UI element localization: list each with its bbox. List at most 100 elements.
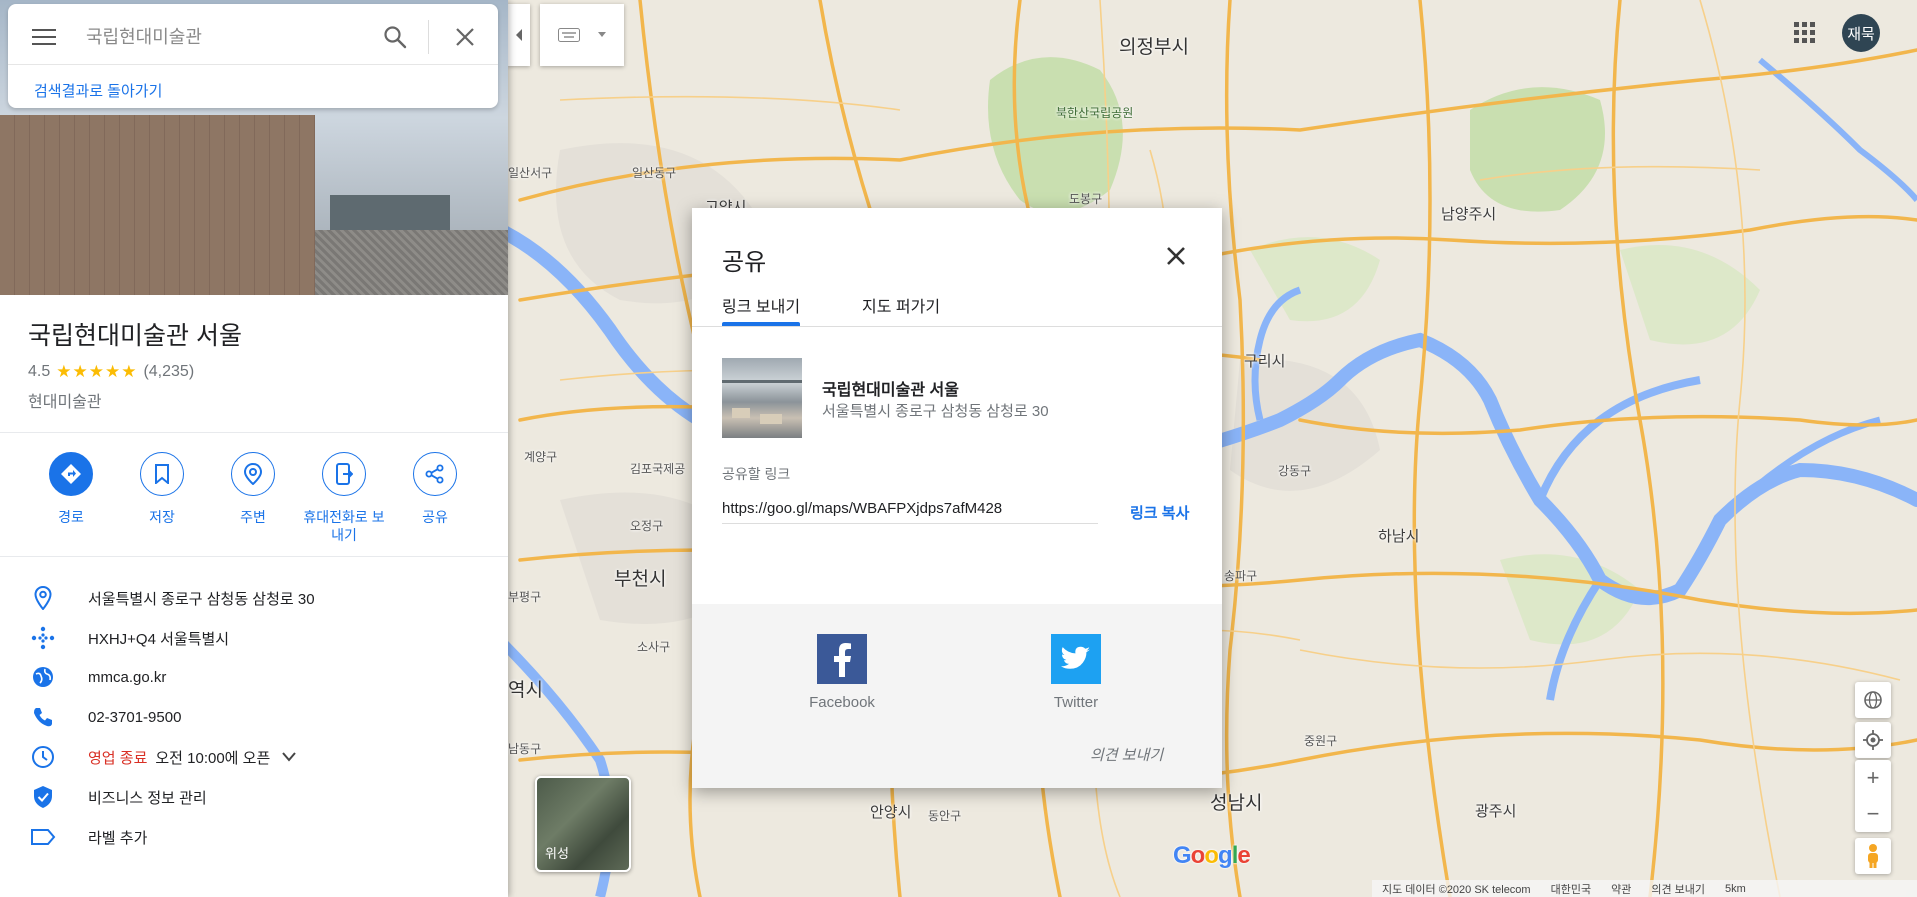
chevron-down-icon[interactable] [282, 752, 297, 762]
globe-icon [1864, 691, 1882, 709]
input-tools-button[interactable] [540, 4, 624, 66]
dialog-title: 공유 [722, 249, 767, 276]
close-icon[interactable] [452, 24, 478, 50]
search-icon[interactable] [382, 24, 408, 50]
map-label-bucheon: 부천시 [614, 569, 667, 590]
globe-view-button[interactable] [1855, 682, 1891, 718]
menu-icon[interactable] [30, 26, 58, 48]
website-globe-icon [33, 667, 53, 687]
twitter-label: Twitter [1053, 694, 1099, 711]
business-info-row[interactable]: 비즈니스 정보 관리 [0, 780, 508, 814]
my-location-button[interactable] [1855, 722, 1891, 758]
place-title: 국립현대미술관 서울 [28, 322, 242, 350]
website-text: mmca.go.kr [88, 668, 167, 686]
clock-icon [32, 746, 54, 768]
hours-status: 영업 종료 [88, 749, 148, 767]
zoom-in-button[interactable]: + [1855, 760, 1891, 796]
map-feedback-link[interactable]: 의견 보내기 [1651, 881, 1705, 897]
map-label-gimpo-airport: 김포국제공 [630, 462, 686, 476]
photo-wall [0, 115, 315, 295]
chevron-down-icon [598, 32, 606, 37]
facebook-icon [817, 634, 867, 684]
facebook-share-button[interactable]: Facebook [792, 634, 892, 711]
nearby-button[interactable]: 주변 [208, 452, 298, 526]
zoom-out-button[interactable]: − [1855, 796, 1891, 832]
send-to-phone-button[interactable]: 휴대전화로 보내기 [299, 452, 389, 544]
nearby-icon [243, 463, 263, 485]
phone-row[interactable]: 02-3701-9500 [0, 700, 508, 734]
divider [0, 432, 508, 433]
collapse-panel-button[interactable] [508, 4, 530, 66]
phone-icon [34, 708, 52, 727]
share-button[interactable]: 공유 [390, 452, 480, 526]
my-location-icon [1863, 730, 1883, 750]
map-label-namyangju: 남양주시 [1441, 206, 1497, 223]
directions-button[interactable]: 경로 [26, 452, 116, 526]
place-category[interactable]: 현대미술관 [28, 388, 102, 412]
review-count-link[interactable]: (4,235) [143, 363, 194, 381]
save-circle [140, 452, 184, 496]
website-row[interactable]: mmca.go.kr [0, 660, 508, 694]
scale-label[interactable]: 5km [1725, 883, 1746, 895]
map-label-dongan: 동안구 [928, 809, 962, 823]
keyboard-icon [558, 28, 580, 42]
map-label-seongnam: 성남시 [1210, 793, 1263, 814]
facebook-f-glyph [834, 643, 851, 677]
park-area [1620, 245, 1760, 345]
share-url-field[interactable] [722, 494, 1098, 524]
divider [0, 556, 508, 557]
map-label-namdong: 남동구 [508, 742, 542, 756]
satellite-layer-button[interactable]: 위성 [535, 776, 631, 872]
photo-ground [315, 230, 508, 295]
map-label-ilsandong: 일산동구 [632, 166, 677, 180]
twitter-icon [1051, 634, 1101, 684]
photo-building [330, 195, 450, 235]
bookmark-icon [155, 464, 169, 484]
map-label-incheon: 역시 [508, 680, 543, 701]
satellite-label: 위성 [545, 846, 569, 861]
google-apps-icon[interactable] [1792, 20, 1816, 44]
tab-embed-map[interactable]: 지도 퍼가기 [862, 293, 940, 327]
search-box: 검색결과로 돌아가기 [8, 4, 498, 108]
directions-icon [61, 464, 81, 484]
river-branch [1536, 376, 1701, 502]
map-label-gwangju: 광주시 [1475, 803, 1517, 820]
park-area [1250, 237, 1380, 322]
search-separator [8, 64, 498, 65]
map-label-dobong: 도봉구 [1069, 192, 1103, 206]
country-link[interactable]: 대한민국 [1551, 881, 1591, 897]
rating-stars: ★★★★★ [56, 362, 138, 381]
account-avatar[interactable]: 재묵 [1842, 14, 1880, 52]
share-link-label: 공유할 링크 [722, 466, 791, 482]
copy-link-button[interactable]: 링크 복사 [1130, 502, 1189, 523]
plus-code-row[interactable]: HXHJ+Q4 서울특별시 [0, 621, 508, 655]
twitter-bird-glyph [1061, 646, 1090, 669]
pegman-figure [1868, 844, 1878, 868]
add-label-row[interactable]: 라벨 추가 [0, 820, 508, 854]
close-icon[interactable] [1162, 242, 1190, 270]
save-button[interactable]: 저장 [117, 452, 207, 526]
social-share-section: Facebook Twitter 의견 보내기 [692, 604, 1222, 788]
park-area [1470, 87, 1605, 212]
map-footer: 지도 데이터 ©2020 SK telecom 대한민국 약관 의견 보내기 5… [1372, 880, 1917, 897]
place-panel: 검색결과로 돌아가기 국립현대미술관 서울 4.5 ★★★★★ (4,235) … [0, 0, 508, 897]
terms-link[interactable]: 약관 [1611, 881, 1631, 897]
search-input[interactable] [86, 20, 366, 54]
nearby-circle [231, 452, 275, 496]
back-to-results-link[interactable]: 검색결과로 돌아가기 [34, 80, 162, 101]
search-divider [428, 20, 429, 54]
tab-divider [692, 326, 1222, 327]
address-row[interactable]: 서울특별시 종로구 삼청동 삼청로 30 [0, 581, 508, 615]
map-label-gyeyang: 계양구 [524, 450, 558, 464]
map-label-anyang: 안양시 [870, 804, 912, 821]
directions-circle [49, 452, 93, 496]
street-view-pegman-icon[interactable] [1855, 838, 1891, 874]
caret-left-icon [516, 29, 522, 41]
place-thumbnail [722, 358, 802, 438]
map-label-uijeongbu: 의정부시 [1119, 37, 1189, 58]
twitter-share-button[interactable]: Twitter [1026, 634, 1126, 711]
hours-row[interactable]: 영업 종료 오전 10:00에 오픈 [0, 740, 508, 774]
facebook-label: Facebook [809, 694, 875, 711]
dialog-feedback-link[interactable]: 의견 보내기 [1090, 744, 1163, 765]
phone-text: 02-3701-9500 [88, 708, 182, 726]
